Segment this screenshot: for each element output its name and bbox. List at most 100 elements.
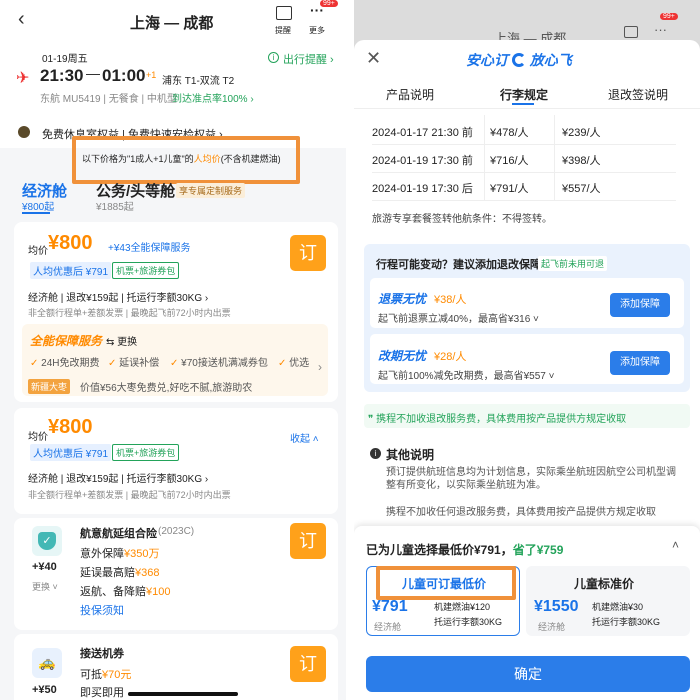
departure-time: 21:30 xyxy=(40,66,84,85)
option1-highlight xyxy=(376,566,516,600)
change-protect-name: 改期无忧 xyxy=(378,349,427,363)
price-note-highlight xyxy=(72,136,300,184)
plus-service: +¥43全能保障服务 xyxy=(108,243,191,254)
avg-label-2: 均价 xyxy=(28,432,48,443)
refund-note: ❞ 携程不加收退改服务费，具体费用按产品提供方规定收取 xyxy=(368,414,627,425)
back-icon[interactable]: ‹ xyxy=(18,8,25,31)
service-item-4: ✓ 优选 xyxy=(278,358,310,369)
option2-title: 儿童标准价 xyxy=(574,577,635,591)
tab-underline xyxy=(512,103,534,105)
insurance-change[interactable]: 更换 ˅ xyxy=(32,580,58,593)
other-p1: 预订提供航班信息均为计划信息，实际乘坐航班因航空公司机型调整有所变化，以实际乘坐… xyxy=(386,467,676,491)
table-row: 2024-01-19 17:30 前 ¥716/人 ¥398/人 xyxy=(372,143,676,173)
divider xyxy=(354,108,700,109)
close-icon[interactable]: ✕ xyxy=(366,48,381,69)
refund-protect-desc[interactable]: 起飞前退票立减40%，最高省¥316 ˅ xyxy=(378,310,539,325)
insurance-code: (2023C) xyxy=(158,526,195,537)
protect-title: 行程可能变动？建议添加退改保障 xyxy=(376,259,541,271)
confirm-button[interactable]: 确定 xyxy=(366,656,690,692)
option1-tax: 机建燃油¥120 xyxy=(434,602,491,612)
other-p2: 携程不加收任何退改服务费，具体费用按产品提供方规定收取 xyxy=(386,507,656,518)
tab-baggage[interactable]: 行李规定 xyxy=(500,86,548,103)
trip-reminder-link[interactable]: 出行提醒 › xyxy=(283,51,334,67)
arrival-time: 01:00 xyxy=(102,66,146,85)
transfer-price: +¥50 xyxy=(32,684,57,696)
info-icon: i xyxy=(268,52,279,63)
option2-baggage: 托运行李额30KG xyxy=(592,617,661,627)
time-separator xyxy=(86,74,100,75)
book-button-1[interactable]: 订 xyxy=(290,235,326,271)
ontime-rate[interactable]: 到达准点率100% › xyxy=(172,90,254,105)
service-item-3: ✓ ¥70接送机满减券包 xyxy=(170,358,268,369)
insurance-line-1: 意外保障¥350万 xyxy=(80,548,160,560)
offer-price: ¥800 xyxy=(48,232,93,254)
transfer-line-1: 可抵¥70元 xyxy=(80,669,132,681)
package-tag-2: 机票+旅游券包 xyxy=(112,444,180,461)
other-title: 其他说明 xyxy=(386,448,435,462)
flight-date: 01-19周五 xyxy=(42,54,88,65)
discount-tag-2: 人均优惠后 ¥791 xyxy=(30,444,112,461)
book-button-insurance[interactable]: 订 xyxy=(290,523,326,559)
car-icon: 🚕 xyxy=(38,654,56,670)
notification-badge: 99+ xyxy=(320,0,338,7)
option2-tax: 机建燃油¥30 xyxy=(592,602,644,612)
offer-detail-2[interactable]: 经济舱 | 退改¥159起 | 托运行李额30KG › xyxy=(28,470,208,485)
offer-price-2: ¥800 xyxy=(48,416,93,438)
insurance-title: 航意航延组合险 xyxy=(80,528,157,540)
refund-protect-name: 退票无忧 xyxy=(378,292,427,306)
offer-note-2: 非全额行程单+差额发票 | 最晚起飞前72小时内出票 xyxy=(28,490,231,500)
change-protect-desc[interactable]: 起飞前100%减免改期费，最高省¥557 ˅ xyxy=(378,367,554,382)
chevron-up-icon[interactable]: ˄ xyxy=(672,538,679,552)
bg-badge: 99+ xyxy=(660,13,678,20)
transfer-line-2: 即买即用 xyxy=(80,687,124,699)
insurance-price: +¥40 xyxy=(32,561,57,573)
insurance-line-3: 返航、备降赔¥100 xyxy=(80,586,171,598)
business-service-tag: 享专属定制服务 xyxy=(176,183,246,198)
option2-cabin: 经济舱 xyxy=(538,622,566,632)
shield-icon: ✓ xyxy=(38,532,56,550)
reminder-icon[interactable] xyxy=(276,6,292,20)
flight-booking-screen: ‹ 上海 — 成都 提醒 ··· 更多 99+ 01-19周五 i 出行提醒 ›… xyxy=(0,0,346,700)
transfer-title: 接送机券 xyxy=(80,648,124,660)
tab-refund[interactable]: 退改签说明 xyxy=(608,86,668,103)
bg-more-icon: ··· xyxy=(654,22,667,37)
option2-price: ¥1550 xyxy=(534,598,579,615)
info-icon: i xyxy=(370,448,381,459)
modal-title: 安心订 放心飞 xyxy=(466,52,572,68)
brand-c-icon xyxy=(511,53,526,67)
tab-business-price: ¥1885起 xyxy=(96,202,134,213)
service-name: 全能保障服务 xyxy=(30,334,103,348)
chevron-right-icon[interactable]: › xyxy=(318,360,322,374)
more-label[interactable]: 更多 xyxy=(309,25,325,36)
service-item-2: ✓ 延误补偿 xyxy=(108,358,160,369)
home-indicator xyxy=(128,692,238,696)
vip-shield-icon xyxy=(18,126,30,138)
tab-underline xyxy=(22,212,50,214)
add-change-protect-button[interactable]: 添加保障 xyxy=(610,351,670,375)
baggage-rules-screen: 上海 — 成都 ··· 99+ ✕ 安心订 放心飞 产品说明 行李规定 退改签说… xyxy=(354,0,700,700)
next-day-indicator: +1 xyxy=(146,70,157,80)
change-protect-price: ¥28/人 xyxy=(434,351,467,363)
add-refund-protect-button[interactable]: 添加保障 xyxy=(610,293,670,317)
avg-label: 均价 xyxy=(28,246,48,257)
offer-detail[interactable]: 经济舱 | 退改¥159起 | 托运行李额30KG › xyxy=(28,289,208,304)
collapse-link[interactable]: 收起 ˄ xyxy=(290,430,319,445)
book-button-transfer[interactable]: 订 xyxy=(290,646,326,682)
option1-cabin: 经济舱 xyxy=(374,622,402,632)
refund-protect-price: ¥38/人 xyxy=(434,294,467,306)
change-service-link[interactable]: ⇆ 更换 xyxy=(106,333,137,348)
airline-details: 东航 MU5419 | 无餐食 | 中机型 xyxy=(40,94,177,105)
tab-economy-price: ¥800起 xyxy=(22,202,55,213)
table-row: 2024-01-19 17:30 后 ¥791/人 ¥557/人 xyxy=(372,171,676,201)
offer-note: 非全额行程单+差额发票 | 最晚起飞前72小时内出票 xyxy=(28,308,231,318)
package-tag: 机票+旅游券包 xyxy=(112,262,180,279)
reminder-label[interactable]: 提醒 xyxy=(275,25,291,36)
insurance-line-2: 延误最高赔¥368 xyxy=(80,567,160,579)
discount-tag: 人均优惠后 ¥791 xyxy=(30,262,112,279)
bubble-icon: ❞ xyxy=(368,414,374,425)
protect-tag: 起飞前未用可退 xyxy=(538,256,608,271)
summary-text: 已为儿童选择最低价¥791，省了¥759 xyxy=(366,543,564,557)
insurance-notice-link[interactable]: 投保须知 xyxy=(80,602,124,618)
tab-product-info[interactable]: 产品说明 xyxy=(386,86,434,103)
bg-reminder-icon xyxy=(624,26,638,38)
